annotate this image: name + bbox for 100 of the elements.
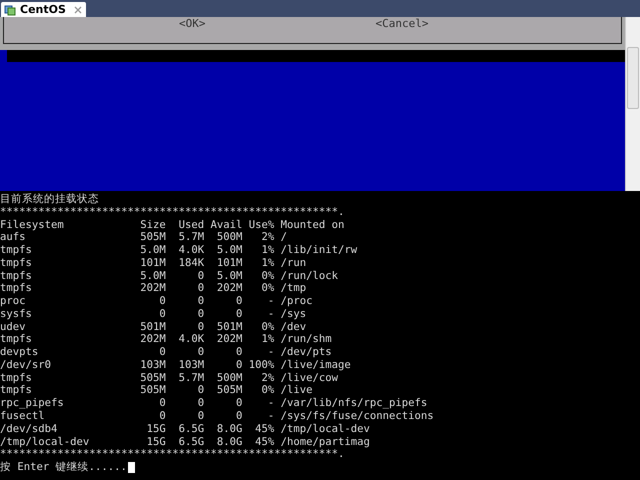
table-cell-text: /dev/sdb4 bbox=[0, 422, 58, 436]
table-cell-text: /dev bbox=[280, 320, 308, 334]
table-cell-text: - bbox=[266, 397, 274, 410]
table-cell-text: fusectl bbox=[0, 410, 46, 423]
scrollbar[interactable] bbox=[625, 17, 640, 191]
table-cell-text: /lib/init/rw bbox=[280, 244, 358, 257]
table-cell-text: devpts bbox=[0, 346, 40, 359]
table-cell-text: aufs bbox=[0, 231, 27, 244]
table-cell-text: 505M bbox=[139, 384, 166, 398]
table-cell-text: 0 bbox=[234, 346, 242, 359]
table-cell-text: 202M bbox=[216, 333, 242, 346]
table-cell-text: 2% bbox=[260, 231, 274, 244]
table-cell-text: tmpfs bbox=[0, 270, 33, 282]
table-cell-text: 0 bbox=[196, 410, 204, 423]
table-cell-text: - bbox=[266, 410, 274, 423]
table-cell-text: 0 bbox=[234, 410, 242, 423]
table-cell-text: /run bbox=[280, 256, 308, 270]
window-tab[interactable]: CentOS bbox=[1, 2, 86, 17]
table-cell-text: / bbox=[280, 231, 288, 244]
table-cell-text: 8.0G bbox=[216, 436, 242, 448]
text-cursor bbox=[128, 462, 135, 473]
table-cell-text: 0 bbox=[158, 295, 166, 308]
table-cell-text: - bbox=[266, 295, 274, 308]
dialog-button[interactable]: <Cancel> bbox=[376, 18, 428, 30]
table-cell-text: 0 bbox=[234, 358, 242, 372]
table-cell-text: /tmp/local-dev bbox=[0, 436, 90, 448]
table-cell-text: /tmp bbox=[280, 282, 308, 296]
table-cell-text: tmpfs bbox=[0, 333, 33, 346]
table-cell-text: 184K bbox=[178, 256, 204, 270]
dialog-button[interactable]: <OK> bbox=[179, 18, 206, 30]
table-cell-text: /run/shm bbox=[280, 333, 333, 346]
table-cell-text: 2% bbox=[260, 372, 274, 384]
table-cell-text: - bbox=[266, 308, 274, 321]
table-cell-text: 0 bbox=[196, 270, 204, 282]
table-cell-text: 0 bbox=[196, 397, 204, 410]
table-cell-text: 6.5G bbox=[178, 422, 204, 436]
table-cell-text: tmpfs bbox=[0, 372, 33, 384]
table-cell-text: 5.0M bbox=[216, 270, 242, 282]
table-cell-text: 101M bbox=[139, 256, 166, 270]
table-cell-text: 0 bbox=[196, 384, 204, 398]
table-cell-text: 8.0G bbox=[216, 422, 242, 436]
vm-icon bbox=[4, 4, 16, 16]
column-header: Used bbox=[178, 218, 204, 232]
table-cell-text: 505M bbox=[216, 384, 242, 398]
column-header: Size bbox=[139, 218, 166, 232]
table-cell-text: rpc_pipefs bbox=[0, 397, 65, 410]
table-cell-text: /dev/sr0 bbox=[0, 358, 52, 372]
table-cell-text: tmpfs bbox=[0, 244, 33, 257]
table-cell-text: 0 bbox=[158, 346, 166, 359]
table-cell-text: /home/partimag bbox=[280, 436, 371, 448]
table-cell-text: 505M bbox=[139, 372, 166, 384]
table-cell-text: 0 bbox=[234, 397, 242, 410]
table-cell-text: 0 bbox=[158, 308, 166, 321]
table-cell-text: /run/lock bbox=[280, 270, 339, 282]
table-cell-text: 0% bbox=[260, 320, 274, 334]
table-cell-text: 202M bbox=[216, 282, 242, 296]
table-cell-text: udev bbox=[0, 320, 27, 334]
table-cell-text: 1% bbox=[260, 333, 274, 346]
table-cell-text: /sys/fs/fuse/connections bbox=[280, 410, 434, 423]
table-cell-text: 101M bbox=[216, 256, 242, 270]
table-cell-text: /dev/pts bbox=[280, 346, 333, 359]
scroll-thumb[interactable] bbox=[627, 47, 639, 109]
separator-line: *****************************************************. bbox=[0, 206, 346, 219]
column-header: Filesystem bbox=[0, 218, 65, 232]
column-header: Use% bbox=[248, 218, 274, 232]
table-cell-text: 0 bbox=[158, 410, 166, 423]
table-cell-text: 0 bbox=[196, 308, 204, 321]
table-cell-text: 500M bbox=[216, 231, 242, 244]
table-cell-text: - bbox=[266, 346, 274, 359]
table-cell-text: /live/cow bbox=[280, 372, 339, 384]
column-header: Avail bbox=[209, 218, 242, 232]
table-cell-text: 1% bbox=[260, 256, 274, 270]
table-cell-text: 0% bbox=[260, 384, 274, 398]
table-cell-text: 15G bbox=[146, 436, 166, 448]
table-cell-text: 0 bbox=[234, 295, 242, 308]
table-cell-text: 0 bbox=[196, 320, 204, 334]
table-cell-text: proc bbox=[0, 295, 27, 308]
table-cell-text: tmpfs bbox=[0, 282, 33, 296]
table-cell-text: 103M bbox=[139, 358, 166, 372]
table-cell-text: 0% bbox=[260, 270, 274, 282]
table-cell-text: 505M bbox=[139, 231, 166, 244]
table-cell-text: sysfs bbox=[0, 308, 33, 321]
table-cell-text: 5.7M bbox=[178, 372, 204, 384]
table-cell-text: 0 bbox=[196, 295, 204, 308]
table-cell-text: /var/lib/nfs/rpc_pipefs bbox=[280, 397, 428, 410]
table-cell-text: 202M bbox=[139, 333, 166, 346]
table-cell-text: /live/image bbox=[280, 358, 352, 372]
table-cell-text: 45% bbox=[254, 422, 274, 436]
table-cell-text: 0 bbox=[234, 308, 242, 321]
table-cell-text: /proc bbox=[280, 295, 314, 308]
table-cell-text: /live bbox=[280, 384, 314, 398]
table-cell-text: tmpfs bbox=[0, 384, 33, 398]
column-header: Mounted on bbox=[280, 218, 346, 232]
table-cell-text: /sys bbox=[280, 308, 308, 321]
table-cell-text: 0 bbox=[196, 346, 204, 359]
prompt-text: 按 Enter 键继续...... bbox=[0, 461, 127, 474]
table-cell-text: 501M bbox=[216, 320, 242, 334]
table-cell-text: 100% bbox=[248, 358, 274, 372]
close-icon[interactable] bbox=[74, 6, 82, 14]
table-cell-text: 4.0K bbox=[178, 244, 204, 257]
